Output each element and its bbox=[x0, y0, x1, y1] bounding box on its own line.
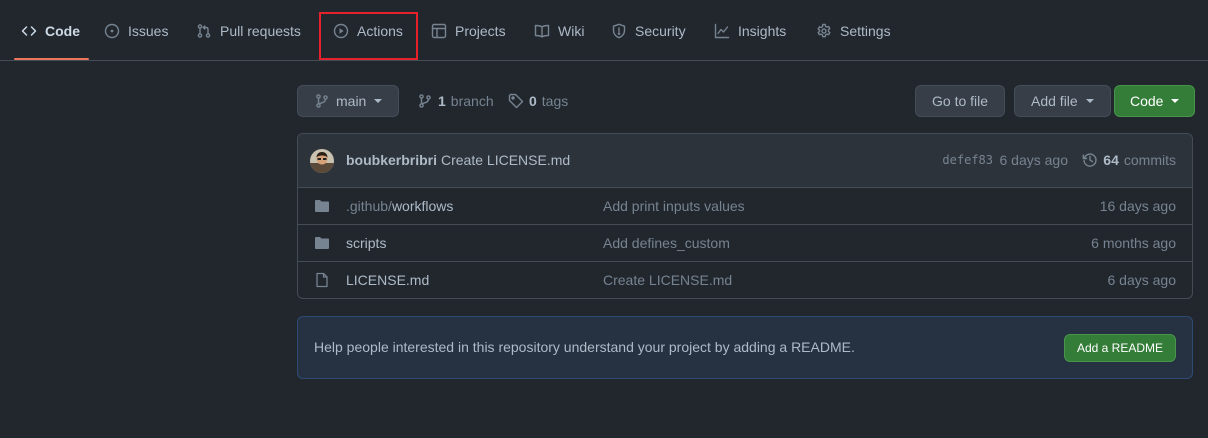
tags-link[interactable]: 0 tags bbox=[508, 92, 568, 110]
add-file-label: Add file bbox=[1031, 93, 1078, 109]
table-icon bbox=[431, 23, 447, 38]
actions-tab-highlight bbox=[319, 12, 418, 60]
file-age: 16 days ago bbox=[1099, 198, 1176, 214]
tab-label: Projects bbox=[455, 22, 506, 39]
avatar-image bbox=[310, 149, 334, 173]
tab-insights[interactable]: Insights bbox=[714, 0, 786, 61]
add-readme-button[interactable]: Add a README bbox=[1063, 334, 1176, 362]
file-name[interactable]: LICENSE.md bbox=[346, 272, 429, 288]
go-to-file-button[interactable]: Go to file bbox=[915, 85, 1006, 117]
tab-label: Issues bbox=[128, 22, 169, 39]
go-to-file-label: Go to file bbox=[932, 93, 989, 109]
file-icon bbox=[316, 272, 328, 288]
git-branch-icon bbox=[419, 94, 431, 108]
latest-commit-row: boubkerbribri Create LICENSE.md defef83 … bbox=[298, 134, 1192, 188]
tab-label: Wiki bbox=[558, 22, 585, 39]
file-name[interactable]: .github/workflows bbox=[346, 198, 453, 214]
commit-author[interactable]: boubkerbribri bbox=[346, 152, 437, 168]
commits-link[interactable]: 64 commits bbox=[1082, 152, 1176, 168]
code-button[interactable]: Code bbox=[1114, 85, 1196, 117]
readme-banner: Help people interested in this repositor… bbox=[297, 316, 1193, 379]
repo-tab-nav: Code Issues Pull requests Actions Projec… bbox=[0, 0, 1208, 61]
tag-icon bbox=[508, 93, 524, 109]
file-commit-message[interactable]: Add defines_custom bbox=[603, 235, 730, 251]
file-row[interactable]: .github/workflows Add print inputs value… bbox=[298, 188, 1192, 225]
book-icon bbox=[534, 24, 550, 38]
file-row[interactable]: scripts Add defines_custom 6 months ago bbox=[298, 225, 1192, 262]
code-button-label: Code bbox=[1130, 93, 1164, 109]
chevron-down-icon bbox=[1171, 99, 1180, 103]
code-icon bbox=[21, 25, 37, 36]
commit-message[interactable]: Create LICENSE.md bbox=[441, 152, 570, 168]
branch-count: 1 bbox=[438, 93, 446, 109]
history-icon bbox=[1082, 153, 1097, 167]
gear-icon bbox=[817, 23, 831, 37]
tag-label: tags bbox=[541, 93, 569, 109]
add-file-button[interactable]: Add file bbox=[1014, 85, 1111, 117]
file-list-box: boubkerbribri Create LICENSE.md defef83 … bbox=[297, 133, 1193, 299]
tab-issues[interactable]: Issues bbox=[104, 0, 168, 61]
git-pull-request-icon bbox=[197, 23, 211, 38]
tab-pull-requests[interactable]: Pull requests bbox=[196, 0, 301, 61]
file-commit-message[interactable]: Add print inputs values bbox=[603, 198, 745, 214]
tab-projects[interactable]: Projects bbox=[431, 0, 506, 61]
graph-icon bbox=[714, 23, 730, 38]
tab-settings[interactable]: Settings bbox=[816, 0, 891, 61]
file-age: 6 days ago bbox=[1107, 272, 1177, 288]
avatar[interactable] bbox=[310, 149, 334, 173]
commit-label: commits bbox=[1123, 152, 1176, 168]
issue-opened-icon bbox=[104, 23, 120, 38]
commit-count: 64 bbox=[1103, 152, 1119, 168]
file-commit-message[interactable]: Create LICENSE.md bbox=[603, 272, 732, 288]
tab-code[interactable]: Code bbox=[21, 0, 80, 61]
branch-label: branch bbox=[450, 93, 494, 109]
tab-label: Security bbox=[635, 22, 686, 39]
folder-icon bbox=[315, 237, 329, 249]
tab-wiki[interactable]: Wiki bbox=[534, 0, 584, 61]
shield-icon bbox=[612, 23, 626, 38]
tag-count: 0 bbox=[529, 93, 537, 109]
tab-label: Insights bbox=[738, 22, 787, 39]
chevron-down-icon bbox=[374, 99, 383, 103]
commit-time: 6 days ago bbox=[999, 152, 1069, 168]
folder-icon bbox=[315, 200, 329, 212]
tab-label: Pull requests bbox=[220, 22, 301, 39]
readme-prompt-text: Help people interested in this repositor… bbox=[314, 339, 855, 355]
git-branch-icon bbox=[316, 94, 328, 108]
branches-link[interactable]: 1 branch bbox=[417, 92, 494, 110]
tab-security[interactable]: Security bbox=[611, 0, 686, 61]
tab-label: Code bbox=[45, 22, 80, 39]
file-row[interactable]: LICENSE.md Create LICENSE.md 6 days ago bbox=[298, 262, 1192, 298]
chevron-down-icon bbox=[1085, 99, 1094, 103]
tab-label: Settings bbox=[840, 22, 891, 39]
branch-select-button[interactable]: main bbox=[297, 85, 400, 117]
file-age: 6 months ago bbox=[1091, 235, 1176, 251]
branch-name: main bbox=[336, 93, 367, 109]
commit-sha[interactable]: defef83 bbox=[942, 153, 993, 167]
selected-tab-underline bbox=[14, 58, 89, 60]
file-name[interactable]: scripts bbox=[346, 235, 386, 251]
